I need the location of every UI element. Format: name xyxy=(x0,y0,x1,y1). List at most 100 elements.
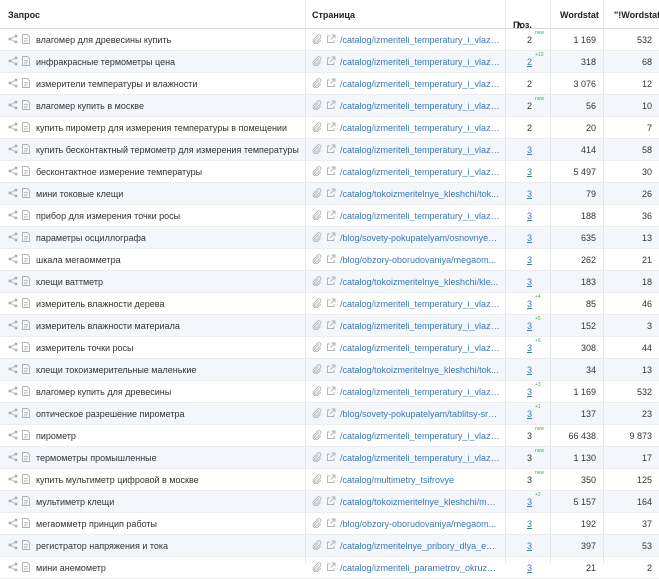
external-link-icon[interactable] xyxy=(326,188,336,198)
document-icon[interactable] xyxy=(22,276,30,286)
page-url-link[interactable]: /catalog/izmeriteli_temperatury_i_vlazh.… xyxy=(340,387,500,397)
paperclip-icon[interactable] xyxy=(312,254,322,264)
position-value[interactable]: 3 xyxy=(520,365,532,375)
share-icon[interactable] xyxy=(8,122,18,132)
document-icon[interactable] xyxy=(22,34,30,44)
page-url-link[interactable]: /catalog/tokoizmeritelnye_kleshchi/tok..… xyxy=(340,365,500,375)
document-icon[interactable] xyxy=(22,496,30,506)
paperclip-icon[interactable] xyxy=(312,452,322,462)
paperclip-icon[interactable] xyxy=(312,342,322,352)
page-url-link[interactable]: /catalog/izmeritelnye_pribory_dlya_ener.… xyxy=(340,541,500,551)
paperclip-icon[interactable] xyxy=(312,518,322,528)
page-url-link[interactable]: /blog/sovety-pokupatelyam/osnovnye-k... xyxy=(340,233,500,243)
page-url-link[interactable]: /catalog/tokoizmeritelnye_kleshchi/mul..… xyxy=(340,497,500,507)
external-link-icon[interactable] xyxy=(326,474,336,484)
external-link-icon[interactable] xyxy=(326,320,336,330)
page-url-link[interactable]: /catalog/izmeriteli_temperatury_i_vlazh.… xyxy=(340,79,500,89)
page-url-link[interactable]: /catalog/izmeriteli_temperatury_i_vlazh.… xyxy=(340,35,500,45)
position-value[interactable]: 3 xyxy=(520,387,532,397)
position-value[interactable]: 3 xyxy=(520,321,532,331)
share-icon[interactable] xyxy=(8,320,18,330)
position-value[interactable]: 3 xyxy=(520,409,532,419)
paperclip-icon[interactable] xyxy=(312,320,322,330)
document-icon[interactable] xyxy=(22,100,30,110)
external-link-icon[interactable] xyxy=(326,276,336,286)
external-link-icon[interactable] xyxy=(326,210,336,220)
page-url-link[interactable]: /catalog/izmeriteli_temperatury_i_vlazh.… xyxy=(340,57,500,67)
page-url-link[interactable]: /catalog/tokoizmeritelnye_kleshchi/tok..… xyxy=(340,189,500,199)
external-link-icon[interactable] xyxy=(326,386,336,396)
external-link-icon[interactable] xyxy=(326,452,336,462)
share-icon[interactable] xyxy=(8,100,18,110)
external-link-icon[interactable] xyxy=(326,166,336,176)
page-url-link[interactable]: /catalog/izmeriteli_temperatury_i_vlazh.… xyxy=(340,321,500,331)
page-url-link[interactable]: /catalog/izmeriteli_temperatury_i_vlazh.… xyxy=(340,453,500,463)
position-value[interactable]: 3 xyxy=(520,167,532,177)
document-icon[interactable] xyxy=(22,540,30,550)
paperclip-icon[interactable] xyxy=(312,364,322,374)
external-link-icon[interactable] xyxy=(326,254,336,264)
position-value[interactable]: 3 xyxy=(520,189,532,199)
paperclip-icon[interactable] xyxy=(312,166,322,176)
page-url-link[interactable]: /blog/obzory-oborudovaniya/megaom... xyxy=(340,255,500,265)
document-icon[interactable] xyxy=(22,562,30,572)
external-link-icon[interactable] xyxy=(326,342,336,352)
page-url-link[interactable]: /catalog/izmeriteli_temperatury_i_vlazh.… xyxy=(340,123,500,133)
share-icon[interactable] xyxy=(8,496,18,506)
paperclip-icon[interactable] xyxy=(312,298,322,308)
position-value[interactable]: 3 xyxy=(520,211,532,221)
external-link-icon[interactable] xyxy=(326,298,336,308)
external-link-icon[interactable] xyxy=(326,232,336,242)
share-icon[interactable] xyxy=(8,276,18,286)
position-value[interactable]: 2 xyxy=(520,57,532,67)
paperclip-icon[interactable] xyxy=(312,496,322,506)
share-icon[interactable] xyxy=(8,540,18,550)
paperclip-icon[interactable] xyxy=(312,386,322,396)
position-value[interactable]: 3 xyxy=(520,343,532,353)
paperclip-icon[interactable] xyxy=(312,540,322,550)
paperclip-icon[interactable] xyxy=(312,210,322,220)
external-link-icon[interactable] xyxy=(326,364,336,374)
share-icon[interactable] xyxy=(8,430,18,440)
document-icon[interactable] xyxy=(22,232,30,242)
page-url-link[interactable]: /catalog/izmeriteli_temperatury_i_vlazh.… xyxy=(340,101,500,111)
page-url-link[interactable]: /blog/obzory-oborudovaniya/megaom... xyxy=(340,519,500,529)
position-value[interactable]: 3 xyxy=(520,519,532,529)
document-icon[interactable] xyxy=(22,518,30,528)
document-icon[interactable] xyxy=(22,210,30,220)
share-icon[interactable] xyxy=(8,364,18,374)
paperclip-icon[interactable] xyxy=(312,122,322,132)
column-header-query[interactable]: Запрос xyxy=(8,10,40,20)
share-icon[interactable] xyxy=(8,210,18,220)
external-link-icon[interactable] xyxy=(326,144,336,154)
external-link-icon[interactable] xyxy=(326,562,336,572)
page-url-link[interactable]: /catalog/izmeriteli_temperatury_i_vlazh.… xyxy=(340,299,500,309)
share-icon[interactable] xyxy=(8,144,18,154)
position-value[interactable]: 3 xyxy=(520,299,532,309)
external-link-icon[interactable] xyxy=(326,100,336,110)
document-icon[interactable] xyxy=(22,56,30,66)
paperclip-icon[interactable] xyxy=(312,100,322,110)
share-icon[interactable] xyxy=(8,34,18,44)
page-url-link[interactable]: /catalog/izmeriteli_temperatury_i_vlazh.… xyxy=(340,343,500,353)
paperclip-icon[interactable] xyxy=(312,78,322,88)
share-icon[interactable] xyxy=(8,298,18,308)
share-icon[interactable] xyxy=(8,408,18,418)
column-header-page[interactable]: Страница xyxy=(312,10,355,20)
share-icon[interactable] xyxy=(8,188,18,198)
page-url-link[interactable]: /catalog/izmeriteli_parametrov_okruzha..… xyxy=(340,563,500,573)
share-icon[interactable] xyxy=(8,474,18,484)
paperclip-icon[interactable] xyxy=(312,232,322,242)
paperclip-icon[interactable] xyxy=(312,276,322,286)
share-icon[interactable] xyxy=(8,232,18,242)
share-icon[interactable] xyxy=(8,166,18,176)
page-url-link[interactable]: /catalog/tokoizmeritelnye_kleshchi/kle..… xyxy=(340,277,500,287)
document-icon[interactable] xyxy=(22,78,30,88)
paperclip-icon[interactable] xyxy=(312,408,322,418)
position-value[interactable]: 3 xyxy=(520,563,532,573)
paperclip-icon[interactable] xyxy=(312,430,322,440)
document-icon[interactable] xyxy=(22,342,30,352)
page-url-link[interactable]: /catalog/izmeriteli_temperatury_i_vlazh.… xyxy=(340,145,500,155)
share-icon[interactable] xyxy=(8,452,18,462)
share-icon[interactable] xyxy=(8,386,18,396)
